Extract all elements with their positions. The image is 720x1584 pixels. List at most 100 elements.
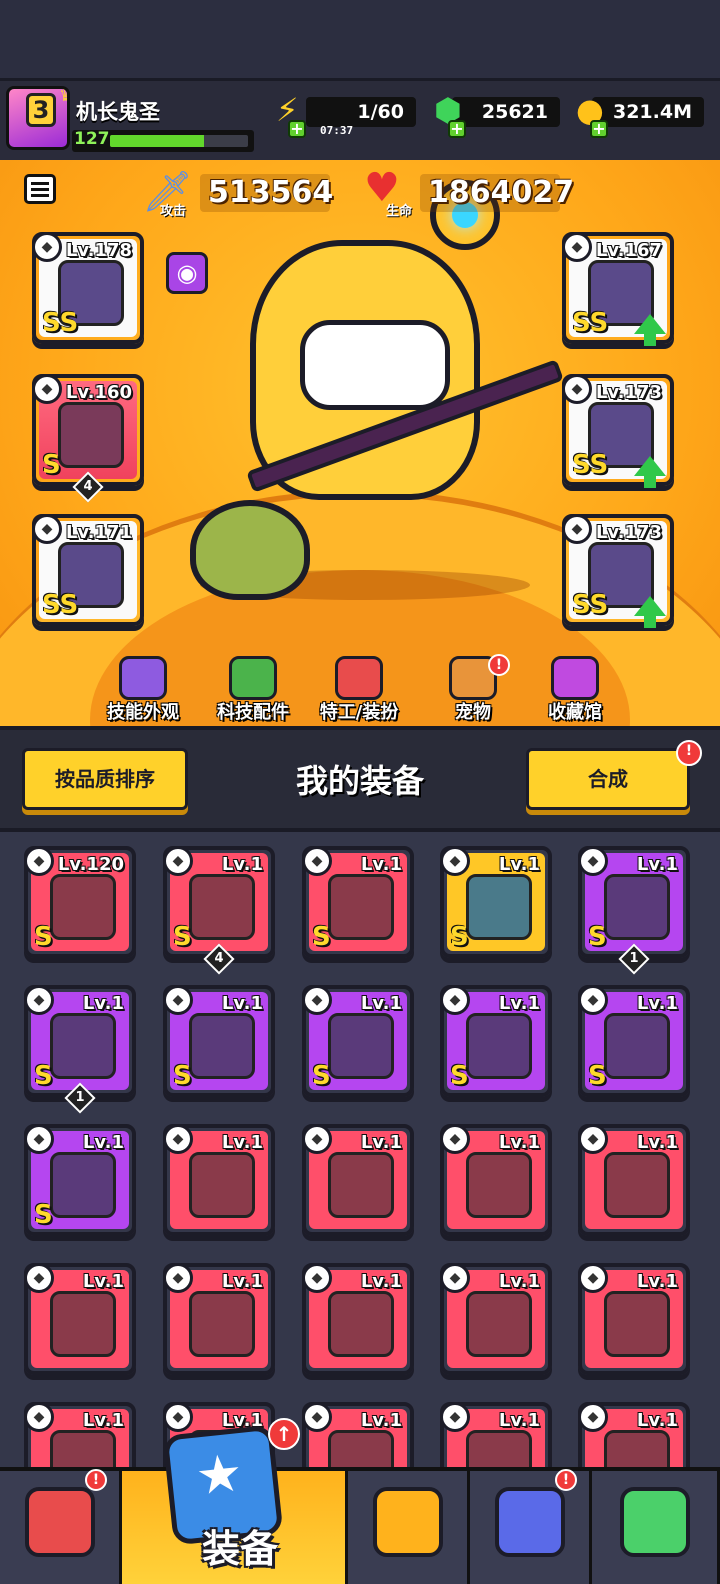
tab-equipment-label: 装备 xyxy=(201,1527,278,1571)
energy-plus-icon[interactable]: + xyxy=(288,120,306,138)
item-grade: S xyxy=(173,922,192,952)
upgrade-arrow-icon xyxy=(634,456,666,488)
armor-icon xyxy=(50,874,116,940)
gem-plus-icon[interactable]: + xyxy=(448,120,466,138)
inventory-item[interactable]: ◆ Lv.1 xyxy=(302,1263,414,1375)
avatar[interactable]: 3 ♛ xyxy=(6,86,70,150)
xp-bar xyxy=(110,135,248,147)
player-level: 127 xyxy=(74,129,110,149)
nav-agent[interactable]: 特工/装扮 xyxy=(304,650,414,726)
upgrade-arrow-icon xyxy=(634,314,666,346)
inventory-item[interactable]: ◆ Lv.1 S xyxy=(302,985,414,1097)
item-grade: SS xyxy=(572,590,609,620)
tab-dna[interactable] xyxy=(592,1471,720,1584)
inventory-item[interactable]: ◆ Lv.1 S xyxy=(302,846,414,958)
tab-planet[interactable]: ! xyxy=(470,1469,592,1584)
item-level: Lv.1 xyxy=(82,993,124,1014)
star-count: 1 xyxy=(75,1090,85,1105)
item-type-icon: ◆ xyxy=(440,1402,470,1432)
inventory-item[interactable]: ◆ Lv.1 S xyxy=(440,846,552,958)
nav-collection[interactable]: 收藏馆 xyxy=(520,650,630,726)
nav-pet[interactable]: 宠物! xyxy=(418,650,528,726)
inventory-item[interactable]: ◆ Lv.120 S xyxy=(24,846,136,958)
item-type-icon: ◆ xyxy=(24,846,54,876)
item-level: Lv.1 xyxy=(221,1132,263,1153)
kunai-icon xyxy=(466,1152,532,1218)
inventory-item[interactable]: ◆ Lv.1 S xyxy=(578,985,690,1097)
attack-value: 513564 xyxy=(200,174,333,212)
inventory-item[interactable]: ◆ Lv.1 S xyxy=(163,985,275,1097)
inventory-item[interactable]: ◆ Lv.1 xyxy=(578,1124,690,1236)
collection-icon xyxy=(551,656,599,700)
inventory-item[interactable]: ◆ Lv.1 xyxy=(440,1124,552,1236)
hp-label: 生命 xyxy=(386,204,413,219)
nav-skill-skin[interactable]: 技能外观 xyxy=(88,650,198,726)
equipped-slot-gloves[interactable]: ◆ Lv.171 SS xyxy=(32,514,144,626)
inventory-item[interactable]: ◆ Lv.1 S xyxy=(440,985,552,1097)
item-type-icon: ◆ xyxy=(163,846,193,876)
bomb-icon xyxy=(466,1430,532,1467)
item-type-icon: ◆ xyxy=(163,1263,193,1293)
star-count: 1 xyxy=(629,951,639,966)
menu-icon[interactable] xyxy=(24,174,56,204)
item-type-icon: ◆ xyxy=(302,846,332,876)
armor-icon xyxy=(328,874,394,940)
equipped-slot-belt[interactable]: ◆ Lv.173 SS xyxy=(562,374,674,488)
item-level: Lv.1 xyxy=(498,1410,540,1431)
inventory-item[interactable]: ◆ Lv.1 xyxy=(24,1402,136,1467)
nav-tech-parts[interactable]: 科技配件 xyxy=(198,650,308,726)
gold-plus-icon[interactable]: + xyxy=(590,120,608,138)
item-type-icon: ◆ xyxy=(302,1263,332,1293)
inventory-item[interactable]: ◆ Lv.1 xyxy=(440,1402,552,1467)
shop-icon xyxy=(24,1487,95,1557)
sword-icon xyxy=(604,1152,670,1218)
item-level: Lv.1 xyxy=(360,993,402,1014)
inventory-item[interactable]: ◆ Lv.1 xyxy=(163,1124,275,1236)
inventory-item[interactable]: ◆ Lv.1 xyxy=(163,1263,275,1375)
item-grade: S xyxy=(42,450,61,480)
planet-icon xyxy=(494,1487,565,1557)
rank-badge: 3 xyxy=(26,93,56,127)
equipped-slot-necklace[interactable]: ◆ Lv.160 S 4 xyxy=(32,374,144,503)
inventory-item[interactable]: ◆ Lv.1 xyxy=(440,1263,552,1375)
nav-label: 技能外观 xyxy=(107,702,179,723)
equipment-upgrade-badge: ↑ xyxy=(268,1418,300,1450)
item-level: Lv.167 xyxy=(595,240,662,261)
item-type-icon: ◆ xyxy=(302,985,332,1015)
inventory-item[interactable]: ◆ Lv.1 xyxy=(302,1124,414,1236)
inventory-item[interactable]: ◆ Lv.1 S 1 xyxy=(578,846,690,975)
necklace-icon xyxy=(328,1013,394,1079)
inventory-item[interactable]: ◆ Lv.1 S 4 xyxy=(163,846,275,975)
item-grade: SS xyxy=(572,450,609,480)
inventory-item[interactable]: ◆ Lv.1 S 1 xyxy=(24,985,136,1114)
tab-battle[interactable] xyxy=(348,1471,470,1584)
item-type-icon: ◆ xyxy=(440,1263,470,1293)
merge-button[interactable]: 合成 xyxy=(526,748,690,810)
inventory-grid: ◆ Lv.120 S ◆ Lv.1 S 4 ◆ Lv.1 S ◆ Lv.1 S ◆ Lv.1 S 1 ◆ Lv.1 S… xyxy=(0,832,720,1467)
attack-label: 攻击 xyxy=(160,204,187,219)
skill-skin-icon xyxy=(119,656,167,700)
item-level: Lv.1 xyxy=(82,1271,124,1292)
inventory-item[interactable]: ◆ Lv.1 xyxy=(578,1402,690,1467)
status-bar xyxy=(0,0,720,78)
item-level: Lv.1 xyxy=(498,854,540,875)
sort-by-quality-button[interactable]: 按品质排序 xyxy=(22,748,188,810)
nav-label: 宠物 xyxy=(455,702,491,723)
tab-shop[interactable]: ! xyxy=(0,1469,122,1584)
equipped-slot-armor[interactable]: ◆ Lv.167 SS xyxy=(562,232,674,346)
item-level: Lv.1 xyxy=(636,1132,678,1153)
item-type-icon: ◆ xyxy=(24,1402,54,1432)
inventory-item[interactable]: ◆ Lv.1 S xyxy=(24,1124,136,1236)
slot-type-icon: ◆ xyxy=(32,232,62,262)
inventory-item[interactable]: ◆ Lv.1 xyxy=(578,1263,690,1375)
gauntlet-icon xyxy=(466,1013,532,1079)
equipped-slot-boots[interactable]: ◆ Lv.173 SS xyxy=(562,514,674,628)
xp-fill xyxy=(110,135,204,147)
inventory-item[interactable]: ◆ Lv.1 xyxy=(24,1263,136,1375)
item-grade: S xyxy=(34,1061,53,1091)
nav-label: 科技配件 xyxy=(217,702,289,723)
energy-timer: 07:37 xyxy=(320,124,354,137)
gem-socket-button[interactable]: ◉ xyxy=(166,252,208,294)
equipped-slot-weapon[interactable]: ◆ Lv.178 SS xyxy=(32,232,144,344)
inventory-item[interactable]: ◆ Lv.1 xyxy=(302,1402,414,1467)
